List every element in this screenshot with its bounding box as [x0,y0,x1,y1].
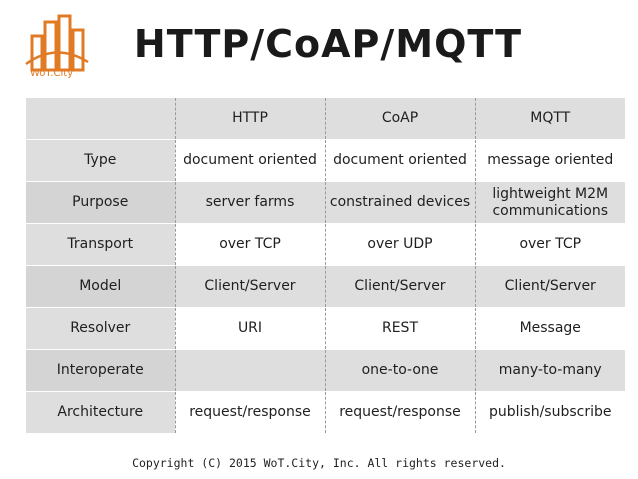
table-cell: over UDP [324,223,475,266]
protocol-comparison-table: HTTP CoAP MQTT Type document oriented do… [26,98,625,433]
logo-text: WoT.City [30,68,74,79]
table-cell: server farms [174,181,325,224]
row-label: Model [26,265,175,308]
table-cell: constrained devices [324,181,475,224]
header-cell-http: HTTP [174,98,325,140]
table-cell: Client/Server [474,265,625,308]
table-cell: message oriented [474,139,625,182]
table-row: Architecture request/response request/re… [26,391,625,433]
table-cell: request/response [174,391,325,433]
page-title: HTTP/CoAP/MQTT [133,22,523,66]
table-row: Type document oriented document oriented… [26,139,625,182]
table-row: Purpose server farms constrained devices… [26,181,625,224]
table-cell: over TCP [174,223,325,266]
row-label: Resolver [26,307,175,350]
table-cell: URI [174,307,325,350]
copyright-footer: Copyright (C) 2015 WoT.City, Inc. All ri… [132,456,506,470]
table-header-row: HTTP CoAP MQTT [26,98,625,140]
table-cell: over TCP [474,223,625,266]
header-cell-coap: CoAP [324,98,475,140]
table-row: Model Client/Server Client/Server Client… [26,265,625,308]
table-cell: REST [324,307,475,350]
table-cell: lightweight M2M communications [474,181,625,224]
table-cell: request/response [324,391,475,433]
table-cell [174,349,325,392]
table-cell: document oriented [174,139,325,182]
table-row: Resolver URI REST Message [26,307,625,350]
header-cell-mqtt: MQTT [474,98,625,140]
table-row: Interoperate one-to-one many-to-many [26,349,625,392]
table-cell: Message [474,307,625,350]
row-label: Purpose [26,181,175,224]
row-label: Type [26,139,175,182]
table-cell: one-to-one [324,349,475,392]
table-cell: publish/subscribe [474,391,625,433]
table-cell: Client/Server [174,265,325,308]
table-cell: document oriented [324,139,475,182]
header-cell-empty [26,98,175,140]
row-label: Interoperate [26,349,175,392]
table-cell: many-to-many [474,349,625,392]
table-row: Transport over TCP over UDP over TCP [26,223,625,266]
table-cell: Client/Server [324,265,475,308]
row-label: Architecture [26,391,175,433]
row-label: Transport [26,223,175,266]
